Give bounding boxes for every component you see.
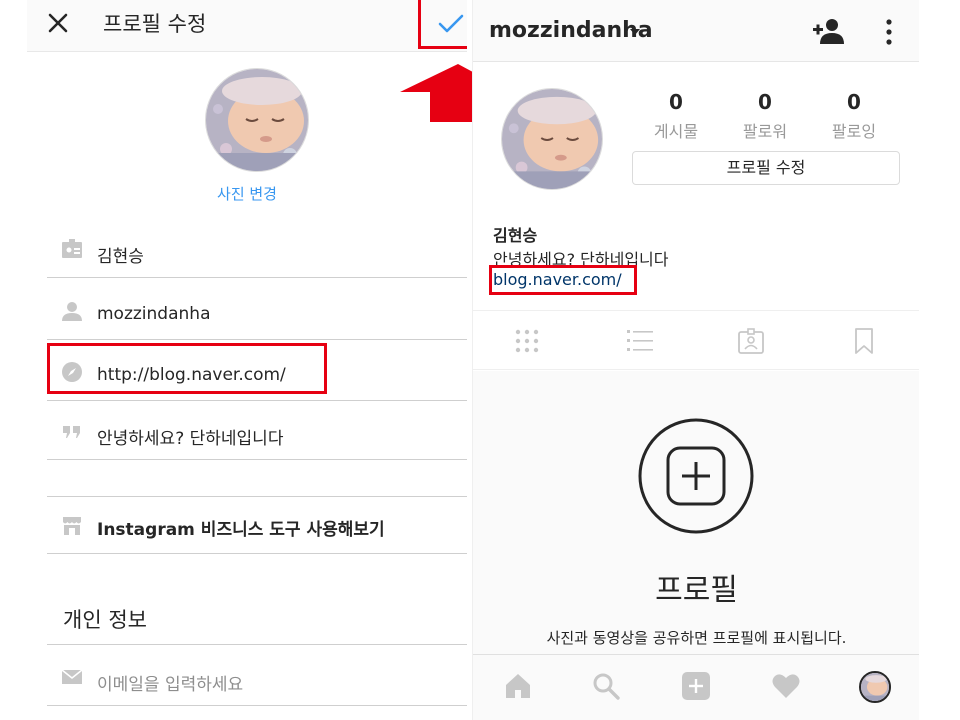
- website-field[interactable]: http://blog.naver.com/: [47, 345, 467, 401]
- followers-stat[interactable]: 0 팔로워: [720, 90, 810, 142]
- profile-screen: mozzindanha 0 게시물 0 팔로워 0 팔로잉 프로필 수정 김현승…: [472, 0, 919, 720]
- followers-count: 0: [758, 90, 772, 114]
- email-placeholder: 이메일을 입력하세요: [97, 675, 244, 695]
- quote-icon: [63, 426, 80, 438]
- list-icon[interactable]: [626, 327, 654, 355]
- heart-icon[interactable]: [771, 671, 801, 701]
- grid-icon[interactable]: [513, 327, 541, 355]
- following-label: 팔로잉: [831, 122, 877, 141]
- bio-website-link[interactable]: blog.naver.com/: [493, 270, 622, 289]
- following-count: 0: [847, 90, 861, 114]
- empty-state: 프로필 사진과 동영상을 공유하면 프로필에 표시됩니다.: [473, 371, 919, 654]
- posts-stat[interactable]: 0 게시물: [631, 90, 721, 142]
- profile-tabs: [473, 310, 919, 370]
- bio-name: 김현승: [493, 226, 538, 245]
- tagged-icon[interactable]: [737, 327, 765, 355]
- add-post-icon[interactable]: [637, 417, 755, 535]
- page-title: 프로필 수정: [103, 12, 207, 36]
- empty-state-subtitle: 사진과 동영상을 공유하면 프로필에 표시됩니다.: [546, 629, 847, 647]
- personal-info-divider: [47, 589, 467, 645]
- posts-label: 게시물: [653, 122, 699, 141]
- bio-text: 안녕하세요? 단하네입니다: [493, 250, 669, 269]
- bio-field[interactable]: 안녕하세요? 단하네입니다: [47, 404, 467, 460]
- baby-photo-image: [502, 89, 602, 189]
- business-tools-row[interactable]: Instagram 비즈니스 도구 사용해보기: [47, 496, 467, 554]
- saved-icon[interactable]: [850, 327, 878, 355]
- chevron-down-icon[interactable]: [629, 27, 641, 37]
- envelope-icon: [61, 669, 83, 684]
- empty-state-title: 프로필: [655, 573, 738, 608]
- edit-profile-button[interactable]: 프로필 수정: [632, 151, 900, 185]
- change-photo-link[interactable]: 사진 변경: [27, 183, 467, 204]
- profile-avatar[interactable]: [501, 88, 603, 190]
- shop-icon: [63, 517, 81, 535]
- profile-header: mozzindanha: [473, 0, 919, 62]
- business-tools-label: Instagram 비즈니스 도구 사용해보기: [97, 520, 385, 540]
- new-post-icon[interactable]: [681, 671, 711, 701]
- followers-label: 팔로워: [742, 122, 788, 141]
- profile-avatar[interactable]: [859, 671, 891, 703]
- baby-photo-image: [861, 673, 889, 701]
- bottom-navigation: [473, 654, 919, 720]
- website-value: http://blog.naver.com/: [97, 365, 286, 385]
- id-card-icon: [62, 239, 82, 258]
- edit-profile-header: 프로필 수정: [27, 0, 467, 52]
- bio-value: 안녕하세요? 단하네입니다: [97, 429, 284, 449]
- profile-photo[interactable]: [205, 68, 309, 172]
- close-icon[interactable]: [43, 8, 73, 38]
- following-stat[interactable]: 0 팔로잉: [809, 90, 899, 142]
- name-field[interactable]: 김현승: [47, 222, 467, 278]
- compass-icon: [62, 362, 82, 382]
- email-field[interactable]: 이메일을 입력하세요: [47, 650, 467, 706]
- username-value: mozzindanha: [97, 304, 211, 324]
- home-icon[interactable]: [503, 671, 533, 701]
- person-icon: [62, 302, 82, 321]
- posts-count: 0: [669, 90, 683, 114]
- baby-photo-image: [206, 69, 308, 171]
- more-options-icon[interactable]: [881, 16, 897, 48]
- checkmark-icon[interactable]: [433, 6, 467, 42]
- username-field[interactable]: mozzindanha: [47, 284, 467, 340]
- name-value: 김현승: [97, 247, 144, 267]
- search-icon[interactable]: [591, 671, 621, 701]
- add-user-icon[interactable]: [811, 16, 847, 46]
